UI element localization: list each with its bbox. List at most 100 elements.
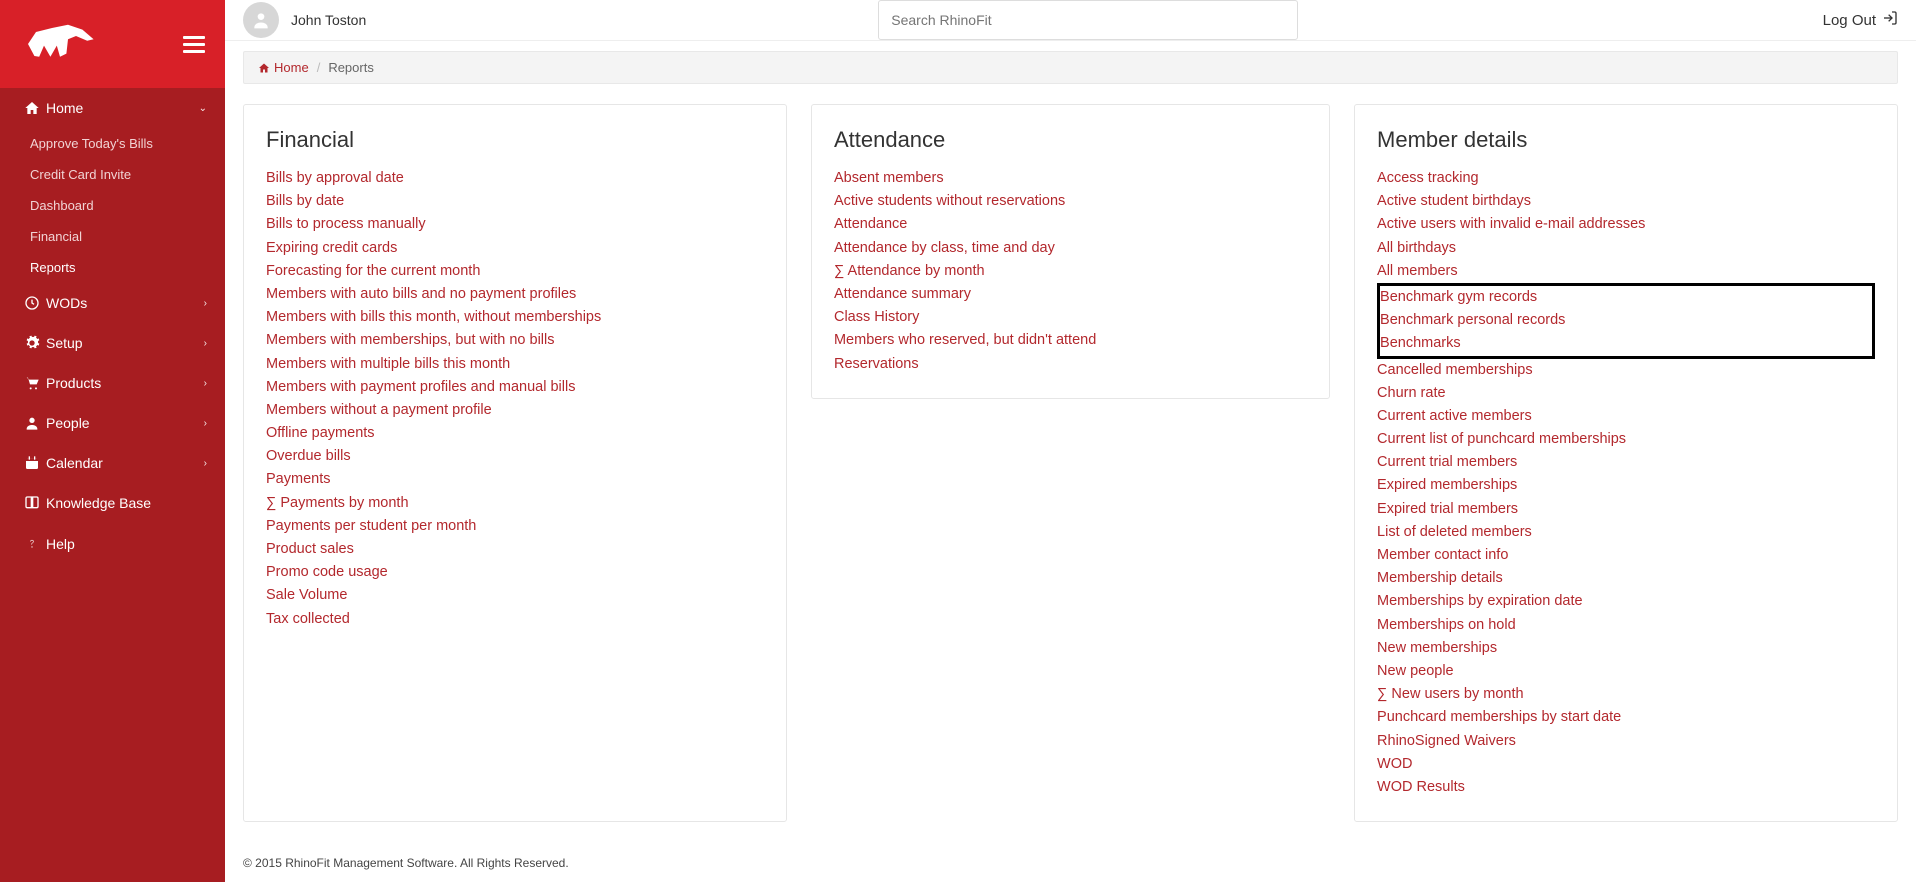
report-link[interactable]: Expiring credit cards (266, 237, 764, 260)
report-link[interactable]: Tax collected (266, 608, 764, 631)
sidebar-subitem-financial[interactable]: Financial (0, 221, 225, 252)
report-link[interactable]: Current active members (1377, 405, 1875, 428)
sidebar-item-wods[interactable]: WODs › (0, 283, 225, 323)
report-link[interactable]: Sale Volume (266, 584, 764, 607)
report-link[interactable]: Benchmarks (1380, 332, 1872, 355)
report-link[interactable]: Payments per student per month (266, 515, 764, 538)
rhino-logo-icon (20, 20, 100, 68)
sidebar-item-knowledge-base[interactable]: Knowledge Base (0, 483, 225, 523)
report-link[interactable]: Expired trial members (1377, 498, 1875, 521)
report-link[interactable]: New users by month (1377, 683, 1875, 706)
report-link[interactable]: Active students without reservations (834, 190, 1307, 213)
sidebar-subitem-reports[interactable]: Reports (0, 252, 225, 283)
report-link[interactable]: Active users with invalid e-mail address… (1377, 213, 1875, 236)
report-link[interactable]: Absent members (834, 167, 1307, 190)
report-link[interactable]: Reservations (834, 353, 1307, 376)
logout-button[interactable]: Log Out (1823, 10, 1898, 30)
report-link[interactable]: Churn rate (1377, 382, 1875, 405)
sidebar-item-calendar[interactable]: Calendar› (0, 443, 225, 483)
sidebar-item-label: Calendar (46, 455, 103, 471)
avatar[interactable] (243, 2, 279, 38)
sidebar-subitem-approve-today-s-bills[interactable]: Approve Today's Bills (0, 128, 225, 159)
report-link[interactable]: Bills to process manually (266, 213, 764, 236)
report-link[interactable]: Overdue bills (266, 445, 764, 468)
report-link[interactable]: Memberships by expiration date (1377, 590, 1875, 613)
breadcrumb-current: Reports (328, 60, 374, 75)
sidebar-item-label: Setup (46, 335, 83, 351)
report-link[interactable]: All birthdays (1377, 237, 1875, 260)
report-link[interactable]: WOD Results (1377, 776, 1875, 799)
report-link[interactable]: Class History (834, 306, 1307, 329)
sidebar-nav: Home ⌄ Approve Today's BillsCredit Card … (0, 88, 225, 565)
report-link[interactable]: Cancelled memberships (1377, 359, 1875, 382)
sidebar-item-label: Home (46, 100, 83, 116)
chevron-right-icon: › (204, 338, 207, 349)
sidebar-subitem-credit-card-invite[interactable]: Credit Card Invite (0, 159, 225, 190)
sidebar-item-label: Help (46, 536, 75, 552)
report-link[interactable]: Attendance by class, time and day (834, 237, 1307, 260)
report-link[interactable]: Member contact info (1377, 544, 1875, 567)
menu-toggle-button[interactable] (183, 36, 205, 53)
report-link[interactable]: Members with auto bills and no payment p… (266, 283, 764, 306)
report-link[interactable]: Current list of punchcard memberships (1377, 428, 1875, 451)
report-link[interactable]: Payments (266, 468, 764, 491)
report-link[interactable]: New memberships (1377, 637, 1875, 660)
report-link[interactable]: Members with payment profiles and manual… (266, 376, 764, 399)
report-link[interactable]: Product sales (266, 538, 764, 561)
gear-icon (18, 335, 46, 351)
help-icon (18, 535, 46, 553)
logout-label: Log Out (1823, 12, 1876, 29)
panel-financial: Financial Bills by approval dateBills by… (243, 104, 787, 822)
report-link[interactable]: Promo code usage (266, 561, 764, 584)
sidebar-item-label: People (46, 415, 90, 431)
report-link[interactable]: Offline payments (266, 422, 764, 445)
report-link[interactable]: Active student birthdays (1377, 190, 1875, 213)
chevron-down-icon: ⌄ (199, 103, 207, 114)
report-link[interactable]: Members with bills this month, without m… (266, 306, 764, 329)
sidebar-item-label: WODs (46, 295, 87, 311)
chevron-right-icon: › (204, 298, 207, 309)
report-link[interactable]: Benchmark gym records (1380, 286, 1872, 309)
panel-title: Financial (266, 127, 764, 153)
report-link[interactable]: Members who reserved, but didn't attend (834, 329, 1307, 352)
sidebar-item-home[interactable]: Home ⌄ (0, 88, 225, 128)
search-input[interactable] (878, 0, 1298, 40)
report-link[interactable]: Members with multiple bills this month (266, 353, 764, 376)
panel-title: Attendance (834, 127, 1307, 153)
report-link[interactable]: Members with memberships, but with no bi… (266, 329, 764, 352)
breadcrumb-home[interactable]: Home (258, 60, 309, 75)
report-link[interactable]: List of deleted members (1377, 521, 1875, 544)
cart-icon (18, 375, 46, 391)
report-link[interactable]: All members (1377, 260, 1875, 283)
sidebar: Home ⌄ Approve Today's BillsCredit Card … (0, 0, 225, 882)
report-link[interactable]: RhinoSigned Waivers (1377, 730, 1875, 753)
report-link[interactable]: WOD (1377, 753, 1875, 776)
report-link[interactable]: Forecasting for the current month (266, 260, 764, 283)
report-link[interactable]: Benchmark personal records (1380, 309, 1872, 332)
report-link[interactable]: Attendance summary (834, 283, 1307, 306)
report-link[interactable]: Current trial members (1377, 451, 1875, 474)
sidebar-item-setup[interactable]: Setup › (0, 323, 225, 363)
report-link[interactable]: Bills by approval date (266, 167, 764, 190)
report-link[interactable]: Attendance by month (834, 260, 1307, 283)
report-link[interactable]: Expired memberships (1377, 474, 1875, 497)
report-link[interactable]: Access tracking (1377, 167, 1875, 190)
report-link[interactable]: Members without a payment profile (266, 399, 764, 422)
footer-text: © 2015 RhinoFit Management Software. All… (225, 842, 1916, 884)
report-link[interactable]: Punchcard memberships by start date (1377, 706, 1875, 729)
sidebar-home-submenu: Approve Today's BillsCredit Card InviteD… (0, 128, 225, 283)
report-link[interactable]: Membership details (1377, 567, 1875, 590)
report-link[interactable]: New people (1377, 660, 1875, 683)
report-link[interactable]: Memberships on hold (1377, 614, 1875, 637)
sidebar-item-help[interactable]: Help (0, 523, 225, 565)
sidebar-item-people[interactable]: People› (0, 403, 225, 443)
sidebar-item-products[interactable]: Products› (0, 363, 225, 403)
report-link[interactable]: Payments by month (266, 492, 764, 515)
search-wrap (878, 0, 1298, 40)
sidebar-subitem-dashboard[interactable]: Dashboard (0, 190, 225, 221)
report-link[interactable]: Attendance (834, 213, 1307, 236)
panel-title: Member details (1377, 127, 1875, 153)
report-link[interactable]: Bills by date (266, 190, 764, 213)
clock-icon (18, 295, 46, 311)
logout-icon (1882, 10, 1898, 30)
